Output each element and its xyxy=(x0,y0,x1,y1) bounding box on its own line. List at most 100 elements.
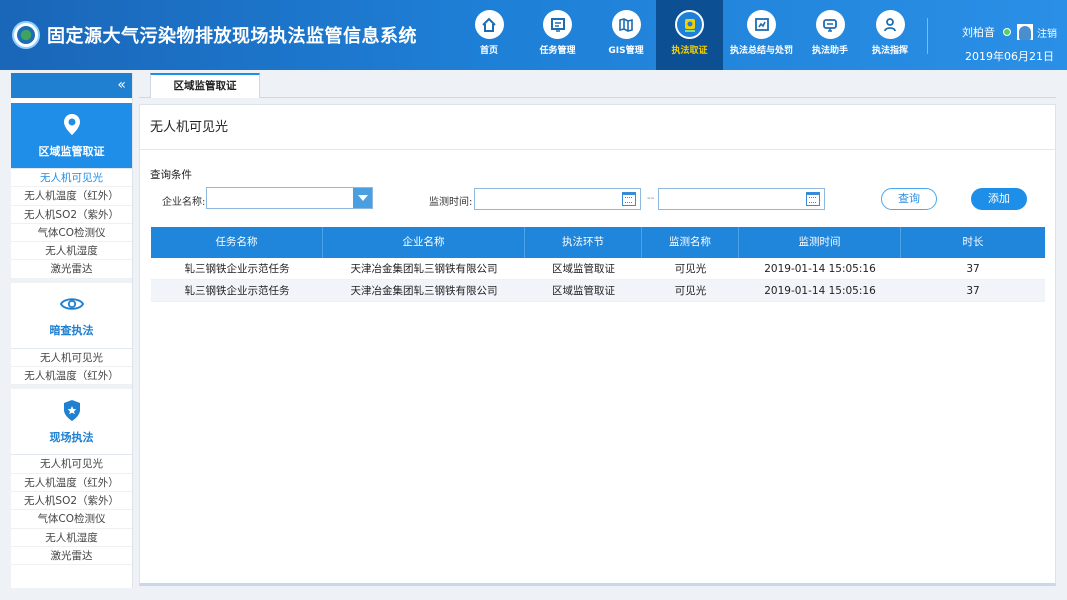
column-header-company[interactable]: 企业名称 xyxy=(323,227,525,258)
query-button[interactable]: 查询 xyxy=(881,188,937,210)
cell-task-name: 轧三钢铁企业示范任务 xyxy=(184,285,290,297)
evidence-icon xyxy=(675,10,704,39)
top-nav: 首页 任务管理 GIS管理 执法取证 执法总结与处罚 执法助手 执法指挥 xyxy=(459,0,920,70)
sidebar-group-regional-title: 区域监管取证 xyxy=(38,144,105,158)
nav-task-management[interactable]: 任务管理 xyxy=(519,0,596,70)
sidebar-item-infrared[interactable]: 无人机温度（红外） xyxy=(11,187,132,206)
user-info: 刘柏音 注销 xyxy=(962,24,1057,40)
nav-gis-label: GIS管理 xyxy=(608,46,644,56)
sidebar-item-co-detector[interactable]: 气体CO检测仪 xyxy=(11,224,132,243)
chevron-down-icon xyxy=(357,195,368,201)
query-section-title: 查询条件 xyxy=(150,169,192,181)
company-select[interactable] xyxy=(206,187,373,209)
user-icon xyxy=(1019,26,1031,40)
nav-home-label: 首页 xyxy=(479,46,498,56)
sidebar-group-covert-header[interactable]: 暗查执法 xyxy=(11,282,132,349)
nav-home[interactable]: 首页 xyxy=(459,0,519,70)
nav-summary-penalty[interactable]: 执法总结与处罚 xyxy=(723,0,800,70)
sidebar-item-visible-light[interactable]: 无人机可见光 xyxy=(11,349,132,368)
dropdown-button[interactable] xyxy=(353,188,372,208)
table-row[interactable]: 轧三钢铁企业示范任务 天津冶金集团轧三钢铁有限公司 区域监管取证 可见光 201… xyxy=(151,280,1045,302)
sidebar-collapse-button[interactable]: « xyxy=(11,73,132,98)
time-label: 监测时间: xyxy=(429,197,473,208)
cell-monitor-name: 可见光 xyxy=(674,263,707,275)
table-body: 轧三钢铁企业示范任务 天津冶金集团轧三钢铁有限公司 区域监管取证 可见光 201… xyxy=(151,258,1045,302)
eye-icon xyxy=(59,292,84,316)
logo xyxy=(12,21,40,49)
sidebar-group-covert: 暗查执法 无人机可见光 无人机温度（红外） xyxy=(11,282,132,386)
calendar-icon[interactable] xyxy=(806,192,820,206)
sidebar-group-regional: 区域监管取证 无人机可见光 无人机温度（红外） 无人机SO2（紫外） 气体CO检… xyxy=(11,98,132,279)
cell-duration: 37 xyxy=(966,263,980,275)
system-title: 固定源大气污染物排放现场执法监管信息系统 xyxy=(47,26,417,47)
sidebar-group-covert-title: 暗查执法 xyxy=(49,324,94,338)
nav-command[interactable]: 执法指挥 xyxy=(860,0,920,70)
sidebar-item-so2[interactable]: 无人机SO2（紫外） xyxy=(11,206,132,224)
start-date-input[interactable] xyxy=(474,188,641,210)
nav-command-label: 执法指挥 xyxy=(871,46,908,56)
cell-duration: 37 xyxy=(966,285,980,297)
sidebar-group-onsite: 现场执法 无人机可见光 无人机温度（红外） 无人机SO2（紫外） 气体CO检测仪… xyxy=(11,389,132,566)
results-table: 任务名称 企业名称 执法环节 监测名称 监测时间 时长 轧三钢铁企业示范任务 天… xyxy=(151,227,1045,302)
company-label: 企业名称: xyxy=(162,197,206,208)
task-icon xyxy=(543,10,572,39)
sidebar-group-onsite-title: 现场执法 xyxy=(49,430,94,444)
cell-company: 天津冶金集团轧三钢铁有限公司 xyxy=(350,285,498,297)
location-pin-icon xyxy=(60,113,84,137)
nav-evidence[interactable]: 执法取证 xyxy=(656,0,723,70)
sidebar-item-so2[interactable]: 无人机SO2（紫外） xyxy=(11,492,132,511)
sidebar-item-visible-light[interactable]: 无人机可见光 xyxy=(11,169,132,188)
sidebar-item-infrared[interactable]: 无人机温度（红外） xyxy=(11,367,132,386)
sidebar-item-humidity[interactable]: 无人机湿度 xyxy=(11,529,132,547)
nav-assistant-label: 执法助手 xyxy=(811,46,848,56)
nav-assistant[interactable]: 执法助手 xyxy=(800,0,860,70)
summary-icon xyxy=(747,10,776,39)
home-icon xyxy=(474,10,504,39)
column-header-duration[interactable]: 时长 xyxy=(901,227,1045,258)
cell-stage: 区域监管取证 xyxy=(552,285,615,297)
sidebar-item-infrared[interactable]: 无人机温度（红外） xyxy=(11,474,132,492)
nav-gis[interactable]: GIS管理 xyxy=(596,0,656,70)
cell-company: 天津冶金集团轧三钢铁有限公司 xyxy=(350,263,498,275)
online-status-icon xyxy=(1003,28,1011,36)
page-title: 无人机可见光 xyxy=(140,105,1055,150)
user-name: 刘柏音 xyxy=(962,26,995,39)
column-header-task-name[interactable]: 任务名称 xyxy=(151,227,323,258)
nav-summary-label: 执法总结与处罚 xyxy=(729,46,793,56)
nav-evidence-label: 执法取证 xyxy=(671,46,708,56)
nav-task-label: 任务管理 xyxy=(539,46,576,56)
cell-task-name: 轧三钢铁企业示范任务 xyxy=(184,263,290,275)
end-date-input[interactable] xyxy=(658,188,825,210)
app-header: 固定源大气污染物排放现场执法监管信息系统 首页 任务管理 GIS管理 执法取证 xyxy=(0,0,1067,70)
badge-icon xyxy=(60,399,84,423)
sidebar-group-regional-header[interactable]: 区域监管取证 xyxy=(11,103,132,169)
sidebar-group-onsite-header[interactable]: 现场执法 xyxy=(11,389,132,456)
header-divider xyxy=(927,18,928,54)
sidebar: « 区域监管取证 无人机可见光 无人机温度（红外） 无人机SO2（紫外） 气体C… xyxy=(11,73,133,588)
table-header: 任务名称 企业名称 执法环节 监测名称 监测时间 时长 xyxy=(151,227,1045,258)
tab-regional-evidence[interactable]: 区域监管取证 xyxy=(150,73,260,98)
sidebar-item-humidity[interactable]: 无人机湿度 xyxy=(11,242,132,261)
cell-stage: 区域监管取证 xyxy=(552,263,615,275)
add-button[interactable]: 添加 xyxy=(971,188,1027,210)
column-header-stage[interactable]: 执法环节 xyxy=(525,227,642,258)
column-header-monitor-name[interactable]: 监测名称 xyxy=(642,227,739,258)
sidebar-item-lidar[interactable]: 激光雷达 xyxy=(11,547,132,566)
tab-bar: 区域监管取证 xyxy=(139,73,1056,98)
logout-link[interactable]: 注销 xyxy=(1037,25,1057,40)
main-panel: 无人机可见光 查询条件 企业名称: 监测时间: -- 查询 添加 任务名称 企业… xyxy=(139,104,1056,586)
logo-emblem xyxy=(17,26,35,44)
calendar-icon[interactable] xyxy=(622,192,636,206)
column-header-monitor-time[interactable]: 监测时间 xyxy=(739,227,901,258)
cell-monitor-time: 2019-01-14 15:05:16 xyxy=(764,263,876,275)
cell-monitor-name: 可见光 xyxy=(674,285,707,297)
sidebar-item-visible-light[interactable]: 无人机可见光 xyxy=(11,455,132,474)
sidebar-item-lidar[interactable]: 激光雷达 xyxy=(11,260,132,279)
avatar[interactable] xyxy=(1017,24,1033,40)
sidebar-item-co-detector[interactable]: 气体CO检测仪 xyxy=(11,510,132,529)
current-date: 2019年06月21日 xyxy=(965,50,1054,63)
assistant-icon xyxy=(815,10,845,39)
map-icon xyxy=(611,10,641,39)
table-row[interactable]: 轧三钢铁企业示范任务 天津冶金集团轧三钢铁有限公司 区域监管取证 可见光 201… xyxy=(151,258,1045,280)
cell-monitor-time: 2019-01-14 15:05:16 xyxy=(764,285,876,297)
